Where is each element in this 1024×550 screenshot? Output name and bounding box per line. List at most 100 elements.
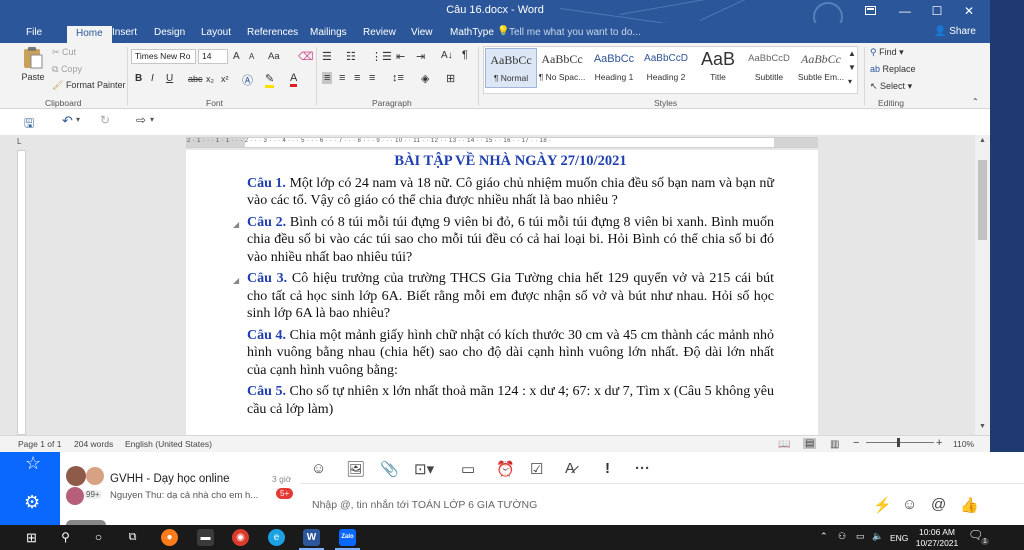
text-format-icon[interactable]: A̷ xyxy=(565,460,575,477)
multilevel-list-icon[interactable]: ⋮☰ xyxy=(371,50,392,63)
screenshot-icon[interactable]: ⊡▾ xyxy=(414,460,434,478)
tell-me-input[interactable]: Tell me what you want to do... xyxy=(509,27,641,38)
emoji-icon[interactable]: ☺ xyxy=(902,496,917,513)
thumbs-up-icon[interactable]: 👍 xyxy=(960,496,979,514)
style-normal[interactable]: AaBbCc ¶ Normal xyxy=(485,48,537,88)
taskbar-clock[interactable]: 10:06 AM 10/27/2021 xyxy=(912,527,962,549)
people-icon[interactable]: ⚇ xyxy=(838,531,846,542)
style-title[interactable]: AaB Title xyxy=(692,48,744,88)
cut-button[interactable]: ✂ Cut xyxy=(52,47,76,58)
settings-gear-icon[interactable]: ⚙ xyxy=(24,492,40,513)
tab-home[interactable]: Home xyxy=(67,26,112,43)
borders-icon[interactable]: ⊞ xyxy=(446,72,455,85)
scroll-down-icon[interactable]: ▼ xyxy=(979,423,986,430)
vertical-ruler[interactable] xyxy=(17,150,26,435)
tab-view[interactable]: View xyxy=(411,27,433,38)
message-input[interactable]: Nhập @, tin nhắn tới TOÁN LỚP 6 GIA TƯỜN… xyxy=(312,499,537,511)
zalo-taskbar-icon[interactable]: Zalo xyxy=(339,529,356,546)
styles-scroll-down-icon[interactable]: ▼ xyxy=(848,63,856,72)
zoom-out-button[interactable]: − xyxy=(853,437,859,449)
contact-card-icon[interactable]: ▭ xyxy=(461,460,475,478)
style-heading-1[interactable]: AaBbCc Heading 1 xyxy=(588,48,640,88)
tab-mailings[interactable]: Mailings xyxy=(310,27,347,38)
tab-insert[interactable]: Insert xyxy=(112,27,137,38)
zoom-slider[interactable] xyxy=(866,442,934,443)
print-layout-icon[interactable]: ▤ xyxy=(803,438,817,449)
style-heading-2[interactable]: AaBbCcD Heading 2 xyxy=(640,48,692,88)
copy-button[interactable]: ⧉ Copy xyxy=(52,64,82,75)
more-options-icon[interactable]: ··· xyxy=(635,460,650,477)
close-button[interactable]: ✕ xyxy=(952,0,986,23)
font-color-icon[interactable]: A xyxy=(290,72,298,87)
horizontal-ruler[interactable]: 2 · 1 · · · 1 · 1 · · · 2 · · · 3 · · · … xyxy=(186,137,818,148)
line-spacing-icon[interactable]: ↕≡ xyxy=(392,72,404,84)
minimize-button[interactable]: — xyxy=(888,0,922,23)
language-status[interactable]: English (United States) xyxy=(125,439,212,449)
bullets-icon[interactable]: ☰ xyxy=(322,50,332,63)
search-icon[interactable]: ⚲ xyxy=(57,529,74,546)
network-icon[interactable]: ▭ xyxy=(856,531,865,542)
tab-selector-icon[interactable]: L xyxy=(17,137,21,146)
underline-button[interactable]: U xyxy=(166,73,173,84)
font-name-dropdown[interactable]: Times New Ro xyxy=(131,49,196,64)
zoom-slider-handle[interactable] xyxy=(897,438,900,447)
save-icon[interactable]: 🖫 xyxy=(24,114,34,135)
highlight-icon[interactable]: ✎ xyxy=(265,72,275,88)
decrease-indent-icon[interactable]: ⇤ xyxy=(396,50,405,63)
attachment-icon[interactable]: 📎 xyxy=(380,460,399,478)
tab-file[interactable]: File xyxy=(26,27,42,38)
strikethrough-button[interactable]: abc xyxy=(188,74,203,84)
grow-font-button[interactable]: A xyxy=(233,51,240,62)
windows-start-icon[interactable]: ⊞ xyxy=(23,529,40,546)
mention-icon[interactable]: @ xyxy=(931,496,946,513)
conversation-name[interactable]: GVHH - Dạy học online xyxy=(110,473,230,485)
tab-layout[interactable]: Layout xyxy=(201,27,231,38)
align-right-icon[interactable]: ≡ xyxy=(354,72,360,84)
sort-icon[interactable]: A↓ xyxy=(441,50,453,61)
star-icon[interactable]: ☆ xyxy=(25,453,41,474)
zoom-level[interactable]: 110% xyxy=(953,439,974,449)
superscript-button[interactable]: x² xyxy=(221,74,229,84)
conversation-preview[interactable]: Nguyen Thu: dạ cả nhà cho em h... xyxy=(110,490,268,501)
task-checkbox-icon[interactable]: ☑ xyxy=(530,460,543,478)
word-count[interactable]: 204 words xyxy=(74,439,113,449)
increase-indent-icon[interactable]: ⇥ xyxy=(416,50,425,63)
format-painter-button[interactable]: 🖌 Format Painter xyxy=(52,80,125,91)
document-page[interactable]: BÀI TẬP VỀ NHÀ NGÀY 27/10/2021 Câu 1. Mộ… xyxy=(186,150,818,440)
redo-icon[interactable]: ↻ xyxy=(100,113,110,127)
subscript-button[interactable]: x₂ xyxy=(206,74,214,84)
tab-design[interactable]: Design xyxy=(154,27,185,38)
group-avatar[interactable]: 99+ xyxy=(66,466,106,506)
cortana-icon[interactable]: ○ xyxy=(90,529,107,546)
qat-dropdown-icon[interactable]: ▾ xyxy=(150,115,154,124)
italic-button[interactable]: I xyxy=(151,73,154,84)
document-body[interactable]: BÀI TẬP VỀ NHÀ NGÀY 27/10/2021 Câu 1. Mộ… xyxy=(233,153,774,422)
show-formatting-button[interactable]: ¶ xyxy=(462,49,468,61)
clear-formatting-icon[interactable]: ⌫ xyxy=(298,50,314,63)
page-count[interactable]: Page 1 of 1 xyxy=(18,439,61,449)
styles-more-icon[interactable]: ▾ xyxy=(848,77,852,86)
firefox-icon[interactable]: ● xyxy=(161,529,178,546)
image-icon[interactable]: 🖼 xyxy=(346,460,365,478)
tray-chevron-icon[interactable]: ⌃ xyxy=(820,531,828,542)
read-mode-icon[interactable]: 📖 xyxy=(778,439,790,450)
shading-icon[interactable]: ◈ xyxy=(421,72,429,85)
replace-button[interactable]: ab Replace xyxy=(870,64,916,74)
styles-scroll-up-icon[interactable]: ▲ xyxy=(848,49,856,58)
ribbon-display-options-button[interactable] xyxy=(853,0,887,23)
edge-icon[interactable]: e xyxy=(268,529,285,546)
scrollbar-thumb[interactable] xyxy=(978,160,987,240)
change-case-button[interactable]: Aa xyxy=(268,51,280,62)
task-view-icon[interactable]: ⧉ xyxy=(124,529,141,546)
style-no-spacing[interactable]: AaBbCc ¶ No Spac... xyxy=(536,48,588,88)
text-effects-icon[interactable]: Ⓐ xyxy=(242,72,253,88)
style-subtitle[interactable]: AaBbCcD Subtitle xyxy=(743,48,795,88)
web-layout-icon[interactable]: ▥ xyxy=(830,439,839,450)
input-language[interactable]: ENG xyxy=(890,533,908,543)
justify-icon[interactable]: ≡ xyxy=(369,72,375,84)
customize-qat-icon[interactable]: ⇨ xyxy=(136,113,146,127)
reminder-clock-icon[interactable]: ⏰ xyxy=(496,460,515,478)
chrome-icon[interactable]: ◉ xyxy=(232,529,249,546)
volume-icon[interactable]: 🔈 xyxy=(872,531,883,542)
font-size-dropdown[interactable]: 14 xyxy=(198,49,228,64)
